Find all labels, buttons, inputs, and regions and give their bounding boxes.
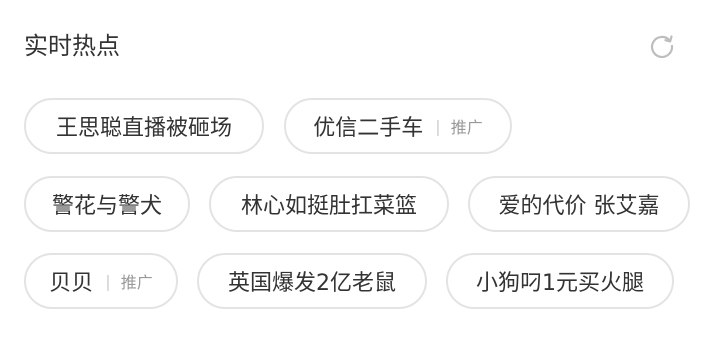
- hot-topic-chip[interactable]: 小狗叼1元买火腿: [446, 253, 674, 309]
- hot-topic-chip[interactable]: 爱的代价 张艾嘉: [468, 176, 690, 232]
- hot-topic-chip[interactable]: 林心如挺肚扛菜篮: [209, 176, 449, 232]
- refresh-icon: [651, 35, 674, 58]
- chip-separator: |: [105, 271, 111, 291]
- refresh-button[interactable]: [646, 30, 678, 62]
- chip-label: 王思聪直播被砸场: [55, 116, 232, 141]
- hot-topic-chip-ad[interactable]: 优信二手车 | 推广: [284, 98, 512, 154]
- section-title: 实时热点: [24, 32, 120, 60]
- chip-label: 爱的代价 张艾嘉: [498, 194, 660, 219]
- ad-badge: 推广: [450, 118, 483, 137]
- chip-label: 小狗叼1元买火腿: [476, 271, 644, 296]
- chip-label: 警花与警犬: [51, 194, 162, 219]
- hot-topic-chip-ad[interactable]: 贝贝 | 推广: [24, 253, 178, 309]
- hot-topics-header: 实时热点: [24, 26, 692, 66]
- hot-topic-chip[interactable]: 英国爆发2亿老鼠: [197, 253, 427, 309]
- hot-topic-chip[interactable]: 警花与警犬: [24, 176, 190, 232]
- chip-label: 英国爆发2亿老鼠: [228, 271, 396, 296]
- chip-label: 贝贝: [49, 271, 94, 296]
- chip-label: 优信二手车: [313, 116, 424, 141]
- ad-badge: 推广: [120, 273, 153, 292]
- chip-separator: |: [435, 116, 441, 136]
- hot-topic-chip[interactable]: 王思聪直播被砸场: [24, 98, 264, 154]
- chip-label: 林心如挺肚扛菜篮: [240, 194, 417, 219]
